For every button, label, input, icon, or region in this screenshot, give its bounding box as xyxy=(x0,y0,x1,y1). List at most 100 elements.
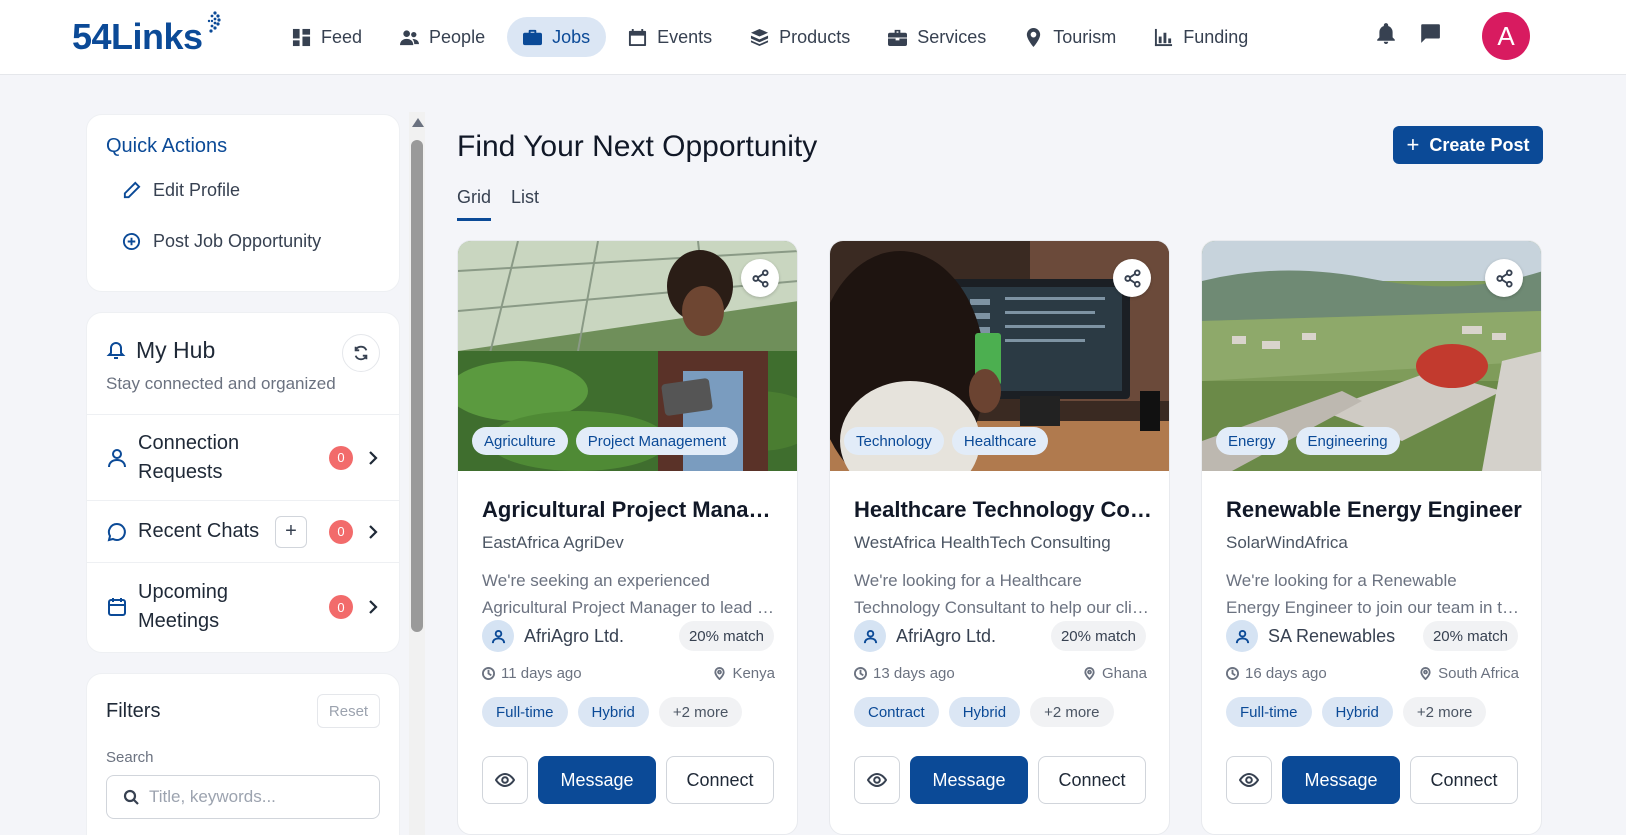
nav-jobs[interactable]: Jobs xyxy=(507,17,607,57)
plus-circle-icon xyxy=(122,232,141,251)
message-button[interactable]: Message xyxy=(910,756,1028,804)
calendar-icon xyxy=(108,598,126,616)
chevron-right-icon xyxy=(369,450,378,465)
view-button[interactable] xyxy=(854,756,900,804)
category-tag[interactable]: Engineering xyxy=(1295,427,1400,455)
work-mode-chip: Hybrid xyxy=(577,697,649,727)
category-tags: Energy Engineering xyxy=(1216,427,1400,455)
nav-services[interactable]: Services xyxy=(872,17,1002,57)
job-card[interactable]: Technology Healthcare Healthcare Technol… xyxy=(829,240,1170,835)
user-icon xyxy=(863,629,877,643)
nav-funding[interactable]: Funding xyxy=(1138,17,1264,57)
poster-info[interactable]: SA Renewables xyxy=(1226,620,1395,652)
chat-icon[interactable] xyxy=(1419,22,1441,44)
category-tag[interactable]: Healthcare xyxy=(951,427,1049,455)
box-icon xyxy=(751,28,769,46)
connect-button[interactable]: Connect xyxy=(666,756,774,804)
category-tags: Agriculture Project Management xyxy=(472,427,739,455)
avatar[interactable]: A xyxy=(1482,12,1530,60)
poster-info[interactable]: AfriAgro Ltd. xyxy=(854,620,996,652)
recent-chats-row[interactable]: Recent Chats + 0 xyxy=(87,501,399,563)
logo[interactable]: 54Links xyxy=(72,11,221,60)
nav-feed[interactable]: Feed xyxy=(276,17,378,57)
nav-label: Tourism xyxy=(1053,26,1117,47)
map-pin-icon xyxy=(714,667,726,680)
poster-avatar xyxy=(482,620,514,652)
row-label: Connection Requests xyxy=(138,431,240,483)
scroll-thumb[interactable] xyxy=(411,140,423,632)
new-chat-button[interactable]: + xyxy=(275,515,307,548)
job-title[interactable]: Renewable Energy Engineer xyxy=(1226,497,1526,523)
eye-icon xyxy=(867,772,887,788)
job-title[interactable]: Agricultural Project Manager xyxy=(482,497,782,523)
clock-icon xyxy=(854,667,867,680)
job-location: Ghana xyxy=(1101,665,1147,682)
message-button[interactable]: Message xyxy=(538,756,656,804)
search-placeholder: Title, keywords... xyxy=(149,787,276,806)
posted-time: 16 days ago xyxy=(1245,665,1327,682)
job-card[interactable]: Agriculture Project Management Agricultu… xyxy=(457,240,798,835)
card-actions: Message Connect xyxy=(854,756,1146,804)
upcoming-meetings-row[interactable]: Upcoming Meetings 0 xyxy=(87,563,399,651)
job-meta: 16 days ago South Africa xyxy=(1226,665,1519,682)
map-pin-icon xyxy=(1084,667,1095,680)
create-post-button[interactable]: + Create Post xyxy=(1393,126,1543,164)
category-tag[interactable]: Energy xyxy=(1216,427,1288,455)
connect-button[interactable]: Connect xyxy=(1410,756,1518,804)
eye-icon xyxy=(1239,772,1259,788)
share-button[interactable] xyxy=(1113,259,1151,297)
calendar-icon xyxy=(629,28,647,46)
reset-button[interactable]: Reset xyxy=(317,694,380,728)
nav-products[interactable]: Products xyxy=(734,17,866,57)
search-input[interactable]: Title, keywords... xyxy=(106,775,380,819)
poster-info[interactable]: AfriAgro Ltd. xyxy=(482,620,624,652)
share-icon xyxy=(1495,268,1513,288)
globe-icon xyxy=(207,11,221,33)
main-nav: Feed People Jobs Events Products Service… xyxy=(276,17,1264,57)
share-button[interactable] xyxy=(741,259,779,297)
more-chip[interactable]: +2 more xyxy=(658,697,743,727)
nav-tourism[interactable]: Tourism xyxy=(1008,17,1132,57)
filters-panel: Filters Reset Search Title, keywords... xyxy=(86,673,400,835)
scroll-up-arrow[interactable] xyxy=(412,118,424,127)
tab-grid[interactable]: Grid xyxy=(457,187,492,221)
sidebar-scrollbar[interactable] xyxy=(409,112,425,835)
edit-profile-action[interactable]: Edit Profile xyxy=(122,180,380,201)
poster-avatar xyxy=(1226,620,1258,652)
job-type-chip: Full-time xyxy=(482,697,568,727)
row-label: Upcoming Meetings xyxy=(138,581,229,632)
bell-icon[interactable] xyxy=(1375,22,1397,44)
more-chip[interactable]: +2 more xyxy=(1402,697,1487,727)
nav-events[interactable]: Events xyxy=(612,17,728,57)
refresh-button[interactable] xyxy=(342,334,380,372)
share-button[interactable] xyxy=(1485,259,1523,297)
quick-actions-panel: Quick Actions Edit Profile Post Job Oppo… xyxy=(86,114,400,292)
hub-title: My Hub xyxy=(106,337,380,364)
job-location: Kenya xyxy=(732,665,775,682)
job-type-chip: Contract xyxy=(854,697,939,727)
view-button[interactable] xyxy=(482,756,528,804)
poster-name: AfriAgro Ltd. xyxy=(896,625,997,646)
tab-list[interactable]: List xyxy=(511,187,539,221)
category-tag[interactable]: Agriculture xyxy=(472,427,568,455)
poster-name: SA Renewables xyxy=(1268,625,1396,646)
job-description: We're seeking an experienced Agricultural… xyxy=(482,571,782,617)
count-badge: 0 xyxy=(329,445,353,470)
count-badge: 0 xyxy=(329,595,353,619)
view-button[interactable] xyxy=(1226,756,1272,804)
share-icon xyxy=(751,268,769,288)
job-card[interactable]: Energy Engineering Renewable Energy Engi… xyxy=(1201,240,1542,835)
message-button[interactable]: Message xyxy=(1282,756,1400,804)
nav-people[interactable]: People xyxy=(384,17,501,57)
job-chips: Contract Hybrid +2 more xyxy=(854,697,1114,727)
job-chips: Full-time Hybrid +2 more xyxy=(482,697,743,727)
category-tag[interactable]: Technology xyxy=(844,427,944,455)
user-icon xyxy=(491,629,505,643)
category-tag[interactable]: Project Management xyxy=(575,427,739,455)
job-title[interactable]: Healthcare Technology Consultant xyxy=(854,497,1154,523)
connection-requests-row[interactable]: Connection Requests 0 xyxy=(87,415,399,501)
post-job-action[interactable]: Post Job Opportunity xyxy=(122,231,380,252)
more-chip[interactable]: +2 more xyxy=(1030,697,1114,727)
connect-button[interactable]: Connect xyxy=(1038,756,1146,804)
map-pin-icon xyxy=(1027,27,1041,47)
